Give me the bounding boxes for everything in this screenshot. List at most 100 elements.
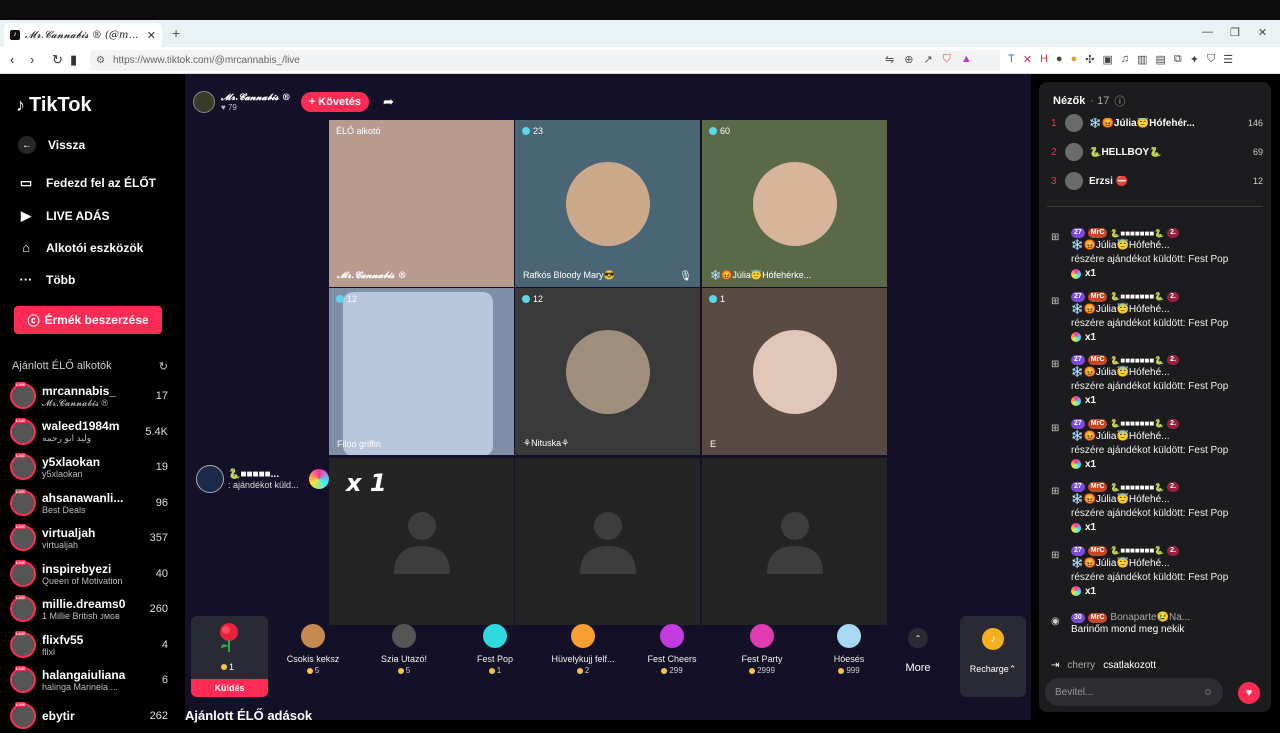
top-viewer-row[interactable]: 3 Erzsi ⛔ 12 [1051,172,1263,190]
close-window-icon[interactable]: ✕ [1258,26,1267,39]
tiktok-logo[interactable]: ♪ TikTok [16,94,92,117]
nav-live[interactable]: ▶ LIVE ADÁS [18,208,110,224]
recommended-creator[interactable]: LIVE ebytir 262 [10,699,168,733]
recommended-creator[interactable]: LIVE waleed1984m وليد ابو رحمه 5.4K [10,415,168,449]
info-icon[interactable]: ⓘ [1114,93,1125,109]
reload-icon[interactable]: ↻ [52,52,63,68]
level-badge: 27 [1071,545,1085,556]
top-viewer-row[interactable]: 2 🐍HELLBOY🐍 69 [1051,143,1263,161]
shield-icon[interactable]: ⛉ [943,53,951,66]
bookmark-icon[interactable]: ▮ [70,52,77,68]
wallet-icon[interactable]: ▤ [1156,53,1166,66]
creator-avatar: LIVE [10,488,36,516]
recommended-creator[interactable]: LIVE inspirebyezi Queen of Motivation 40 [10,557,168,591]
recommended-creator[interactable]: LIVE y5xlaokan y5xlaokan 19 [10,450,168,484]
nav-label: Fedezd fel az ÉLŐT [46,176,157,190]
menu-icon[interactable]: ☰ [1223,53,1233,66]
top-viewer-row[interactable]: 1 ❄️😡Júlia😇Hófehér... 146 [1051,114,1263,132]
new-tab-icon[interactable]: + [172,25,180,41]
restore-icon[interactable]: ❐ [1230,26,1240,39]
url-field[interactable]: ⚙ https://www.tiktok.com/@mrcannabis_/li… [90,50,1000,71]
gift-bar: 1 Küldés Csokis keksz 5 Szia Utazó! 5 Fe… [191,616,1026,700]
chat-input[interactable]: Bevitel... ☺ [1045,678,1223,706]
sender-name[interactable]: 🐍■■■■■■■🐍 [1110,292,1164,301]
gift-item[interactable]: Hóesés 999 [809,624,889,690]
nav-creator-tools[interactable]: ⌂ Alkotói eszközök [18,240,143,255]
minimize-icon[interactable]: — [1202,26,1213,38]
nav-explore-live[interactable]: ▭ Fedezd fel az ÉLŐT [18,175,156,191]
vpn-shield-icon[interactable]: ⛉ [1207,53,1215,66]
joined-user[interactable]: cherry [1067,660,1095,671]
sender-name[interactable]: 🐍■■■■■■■🐍 [1110,356,1164,365]
selected-gift-rose[interactable]: 1 Küldés [191,616,268,697]
recommended-creator[interactable]: LIVE ahsanawanli... Best Deals 96 [10,486,168,520]
reader-icon[interactable]: ⇋ [885,53,894,66]
tiktok-note-icon: ♪ [16,95,25,115]
gift-item[interactable]: Fest Cheers 299 [632,624,712,690]
leo-icon[interactable]: ✦ [1190,53,1199,66]
recommended-creator[interactable]: LIVE millie.dreams0 1 Millie British ᴊᴍɢ… [10,592,168,626]
gift-item[interactable]: Hüvelykujj felf... 2 [543,624,623,690]
screenshot-icon[interactable]: ⧉ [1174,53,1182,66]
guest-cell-host[interactable]: ÉLŐ alkotó 𝓜𝓻.𝓒𝓪𝓷𝓷𝓪𝓫𝓲𝓼 ® [329,120,514,287]
gift-item[interactable]: Fest Party 2999 [722,624,802,690]
guest-cell[interactable]: 60 ❄️😡Júlia😇Hófehérke... [702,120,887,287]
tabs-icon[interactable]: ▣ [1102,53,1112,66]
guest-cell[interactable]: 1 E [702,288,887,455]
ext-color-icon[interactable]: ● [1071,53,1078,66]
gift-count: x1 [1071,586,1096,597]
sender-name[interactable]: 🐍■■■■■■■🐍 [1110,483,1164,492]
gift-item[interactable]: Fest Pop 1 [455,624,535,690]
sidebar-toggle-icon[interactable]: ▥ [1137,53,1147,66]
ext-hs-icon[interactable]: H [1040,53,1048,66]
share-icon[interactable]: ↗ [923,53,932,66]
host-avatar[interactable] [193,91,215,113]
recommended-creator[interactable]: LIVE halangaiuliana halinga Marinela ...… [10,663,168,697]
nav-more[interactable]: ··· Több [18,272,76,287]
triangle-icon[interactable]: ▲ [961,53,972,66]
sender-name[interactable]: 🐍■■■■■■■🐍 [1110,546,1164,555]
ext-vpn-icon[interactable]: ● [1056,53,1063,66]
host-name[interactable]: 𝓜𝓻.𝓒𝓪𝓷𝓷𝓪𝓫𝓲𝓼 ® [221,93,291,103]
zoom-icon[interactable]: ⊕ [904,53,913,66]
send-gift-button[interactable]: Küldés [191,679,268,697]
recharge-button[interactable]: ♪ Recharge⌃ [960,616,1026,697]
viewer-dot-icon [522,295,530,303]
live-badge: LIVE [15,524,26,529]
empty-seat[interactable] [702,458,887,625]
recommended-creator[interactable]: LIVE virtualjah virtualjah 357 [10,521,168,555]
close-tab-icon[interactable]: ✕ [147,29,156,42]
nav-back[interactable]: ← Vissza [18,136,85,154]
site-info-icon[interactable]: ⚙ [96,55,105,66]
recommended-creator[interactable]: LIVE flixfv55 flixl 4 [10,628,168,662]
share-icon[interactable]: ➦ [383,94,394,110]
gift-item[interactable]: Szia Utazó! 5 [364,624,444,690]
gift-chat-message: ⊞ 27 MrC 🐍■■■■■■■🐍 2. ❄️😡Júlia😇Hófehé...… [1051,545,1263,602]
empty-seat[interactable] [515,458,700,625]
explore-icon: ▭ [19,175,33,190]
heart-button[interactable]: ♥ [1238,682,1260,704]
refresh-icon[interactable]: ↻ [159,360,168,373]
browser-tab[interactable]: ♪ 𝓜𝓻.𝓒𝓪𝓷𝓷𝓪𝓫𝓲𝓼 ® (@mrcan ✕ [4,23,162,47]
sender-name[interactable]: 🐍■■■■■■■🐍 [1110,419,1164,428]
nav-label: Alkotói eszközök [46,240,144,255]
recommended-creator[interactable]: LIVE mrcannabis_ 𝓜𝓻.𝓒𝓪𝓷𝓷𝓪𝓫𝓲𝓼 ® 17 [10,379,168,413]
more-gifts-button[interactable]: ⌃ More [898,628,938,674]
comment-user[interactable]: Bonaparte😢Na... [1110,612,1190,623]
follow-button[interactable]: + Követés [300,92,369,112]
get-coins-button[interactable]: ⓒ Érmék beszerzése [14,306,162,334]
sender-name[interactable]: 🐍■■■■■■■🐍 [1110,229,1164,238]
creator-avatar: LIVE [10,382,36,409]
guest-cell[interactable]: 23 Rafkós Bloody Mary😎 🎙 [515,120,700,287]
forward-icon[interactable]: › [30,52,34,67]
emoji-icon[interactable]: ☺ [1203,687,1213,698]
puzzle-icon[interactable]: ✣ [1085,53,1094,66]
guest-cell[interactable]: 12 Filoo griffin [329,288,514,455]
gift-item[interactable]: Csokis keksz 5 [273,624,353,690]
live-icon: ▶ [21,208,31,223]
ext-x-icon[interactable]: ✕ [1023,53,1032,66]
back-icon[interactable]: ‹ [10,52,14,67]
guest-cell[interactable]: 12 ⚘Nituska⚘ [515,288,700,455]
translate-icon[interactable]: T [1008,53,1015,66]
music-icon[interactable]: ♫ [1121,53,1129,66]
